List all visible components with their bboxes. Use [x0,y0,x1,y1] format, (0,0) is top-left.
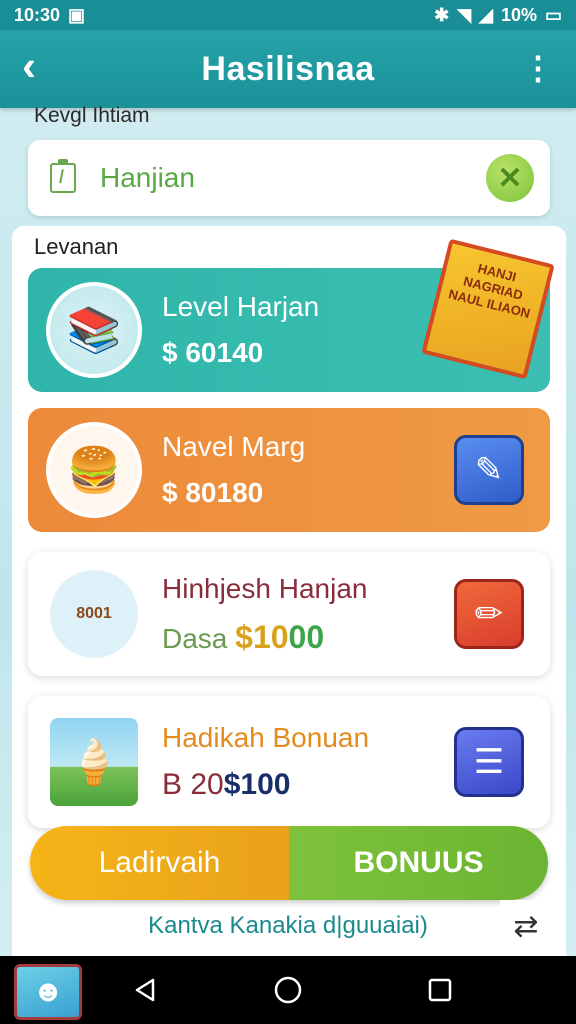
list-item[interactable]: 📚 Level Harjan $ 60140 HANJI NAGRIAD NAU… [28,238,555,392]
list-item[interactable]: 8001 Hinhjesh Hanjan Dasa $1000 ✏ [28,552,550,676]
burger-icon: 🍔 [46,422,142,518]
ladirvaih-button[interactable]: Ladirvaih [30,826,289,900]
notification-icon: ▣ [68,4,86,25]
more-options-icon[interactable]: ⋮ [522,48,554,88]
share-icon[interactable]: ⇄ [500,900,552,952]
filter-value[interactable]: Hanjian [100,162,486,194]
page-title: Hasilisnaa [201,49,375,88]
price-amount: $10 [235,618,289,655]
price-prefix: Dasa [162,622,236,654]
item-price: B 20$100 [162,768,454,802]
bonus-bar: Ladirvaih BONUUS [30,826,548,900]
footer-link[interactable]: Kantva Kanakia d|guuaiai) [0,912,576,940]
list-item[interactable]: 🍦 Hadikah Bonuan B 20$100 ☰ [28,696,550,828]
system-nav-bar: ☻ [0,956,576,1024]
list-item[interactable]: 🍔 Navel Marg $ 80180 ✎ [28,408,550,532]
item-price: Dasa $1000 [162,619,454,656]
wallet-badge: 8001 [76,605,112,622]
wallet-icon: 8001 [46,566,142,662]
section-label: Kevgl Ihtiam [34,104,150,127]
clear-icon[interactable]: ✕ [486,154,534,202]
item-price: $ 80180 [162,477,264,508]
settings-icon: ✱ [434,4,450,25]
nav-recents-icon[interactable] [422,972,458,1008]
books-icon: 📚 [46,282,142,378]
filter-field[interactable]: Hanjian ✕ [28,140,550,216]
wifi-icon: ◥ [457,4,472,25]
signal-icon: ◢ [479,4,493,25]
nav-back-icon[interactable] [128,972,164,1008]
back-arrow-icon[interactable]: ‹ [22,44,36,88]
pencil-icon[interactable]: ✏ [454,579,524,649]
app-avatar-icon[interactable]: ☻ [14,964,82,1020]
item-name: Hinhjesh Hanjan [162,572,368,604]
price-prefix: B 20 [162,768,224,801]
item-name: Navel Marg [162,431,306,462]
battery-icon: ▭ [544,4,562,25]
clipboard-icon [50,159,76,193]
app-bar: ‹ Hasilisnaa ⋮ [0,30,576,108]
panel-label: Levanan [34,234,119,259]
status-bar: 10:30 ▣ ✱ ◥ ◢ 10% ▭ [0,0,576,30]
tag-icon[interactable]: ✎ [454,435,524,505]
item-name: Hadikah Bonuan [162,722,370,753]
bonus-button[interactable]: BONUUS [289,826,548,900]
icecream-icon: 🍦 [46,714,142,810]
battery-percent: 10% [500,4,537,25]
status-time: 10:30 [14,4,61,25]
note-icon[interactable]: ☰ [454,727,524,797]
price-amount: $100 [223,768,291,801]
nav-home-icon[interactable] [270,972,306,1008]
price-amount-suffix: 00 [288,618,325,655]
